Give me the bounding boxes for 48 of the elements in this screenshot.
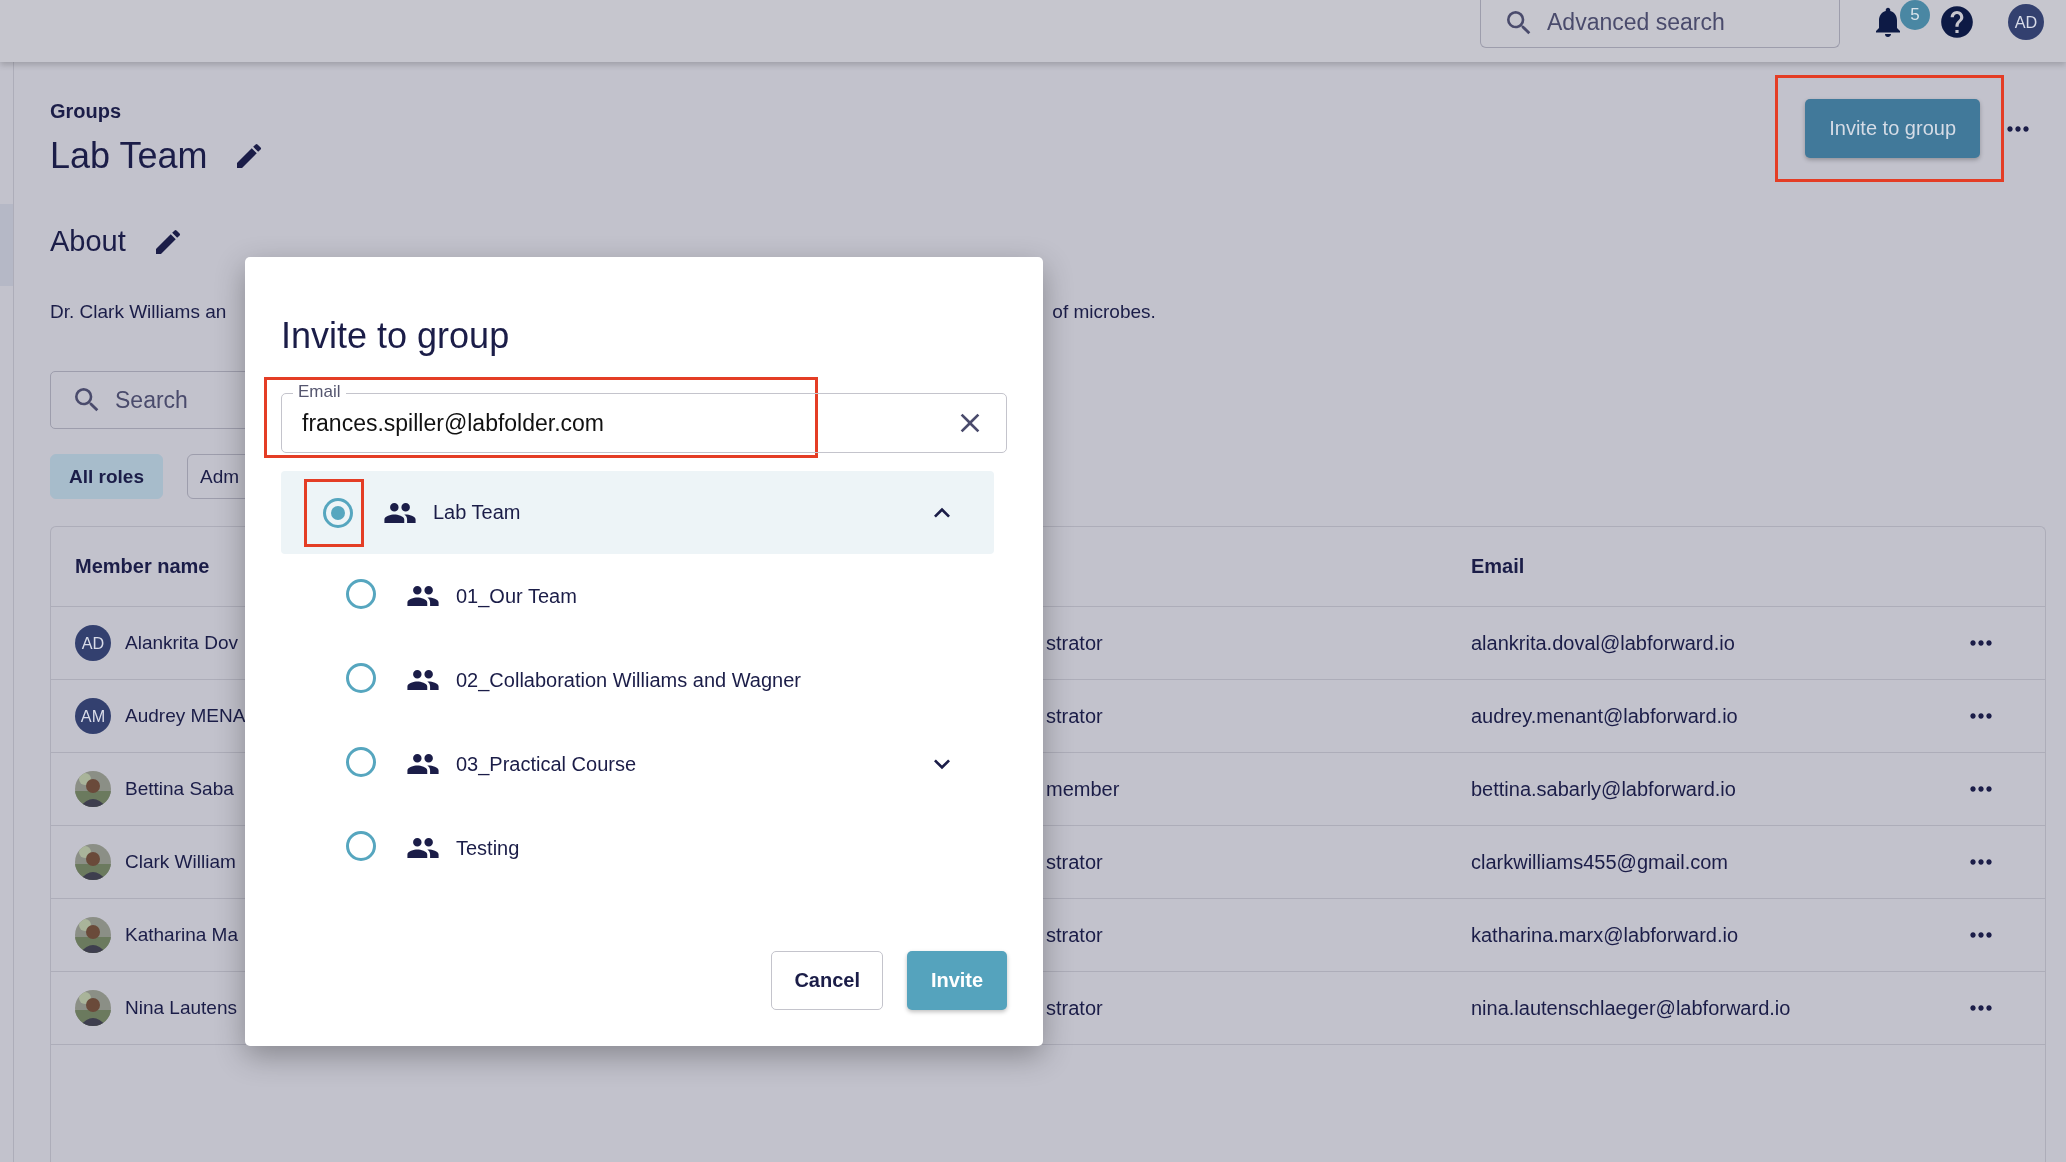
member-name: Clark William: [125, 851, 236, 873]
email-cell: alankrita.doval@labforward.io: [1471, 631, 1735, 655]
highlight-frame: [304, 478, 364, 547]
breadcrumb[interactable]: Groups: [50, 100, 266, 123]
group-name[interactable]: 03_Practical Course: [456, 752, 910, 776]
email-cell: clarkwilliams455@gmail.com: [1471, 850, 1729, 874]
notification-count: 5: [1900, 0, 1930, 30]
member-name: Bettina Saba: [125, 778, 234, 800]
group-row-highlight[interactable]: Lab Team: [281, 471, 994, 554]
member-name: Alankrita Dov: [125, 632, 238, 654]
role-cell: strator: [1046, 704, 1103, 728]
section-heading: About: [50, 225, 126, 258]
advanced-search-field[interactable]: Advanced search: [1480, 0, 1840, 48]
role-cell: strator: [1046, 996, 1103, 1020]
help-icon[interactable]: [1938, 3, 1976, 41]
role-cell: member: [1046, 777, 1120, 801]
description-text: of microbes.: [1052, 301, 1156, 324]
email-cell: audrey.menant@labforward.io: [1471, 704, 1738, 728]
radio-button[interactable]: [346, 663, 376, 693]
description-text: Dr. Clark Williams an: [50, 301, 227, 324]
role-cell: strator: [1046, 850, 1103, 874]
search-placeholder: Advanced search: [1547, 9, 1725, 36]
user-avatar: AD: [75, 625, 111, 661]
user-avatar: AM: [75, 698, 111, 734]
group-name[interactable]: 02_Collaboration Williams and Wagner: [456, 668, 958, 692]
email-cell: nina.lautenschlaeger@labforward.io: [1471, 996, 1791, 1020]
user-avatar[interactable]: AD: [2008, 4, 2044, 40]
role-cell: strator: [1046, 631, 1103, 655]
radio-button[interactable]: [323, 497, 353, 528]
member-name: Katharina Ma: [125, 924, 238, 946]
email-cell: katharina.marx@labforward.io: [1471, 923, 1739, 947]
column-header: Member name: [75, 555, 210, 578]
role-cell: strator: [1046, 923, 1103, 947]
search-placeholder: Search: [115, 386, 188, 414]
radio-button[interactable]: [346, 747, 376, 777]
group-name[interactable]: Testing: [456, 836, 958, 860]
email-cell: bettina.sabarly@labforward.io: [1471, 777, 1736, 801]
cancel-button[interactable]: Cancel: [771, 951, 883, 1010]
page-title: Lab Team: [50, 135, 208, 177]
group-name[interactable]: Lab Team: [433, 501, 910, 524]
column-header: Email: [1471, 555, 1525, 578]
radio-button[interactable]: [346, 579, 376, 609]
dialog-title: Invite to group: [281, 315, 511, 357]
member-name: Nina Lautens: [125, 997, 237, 1019]
member-name: Audrey MENA: [125, 705, 246, 727]
radio-button[interactable]: [346, 831, 376, 861]
role-filter-chip[interactable]: All roles: [50, 454, 163, 499]
group-name[interactable]: 01_Our Team: [456, 584, 958, 608]
